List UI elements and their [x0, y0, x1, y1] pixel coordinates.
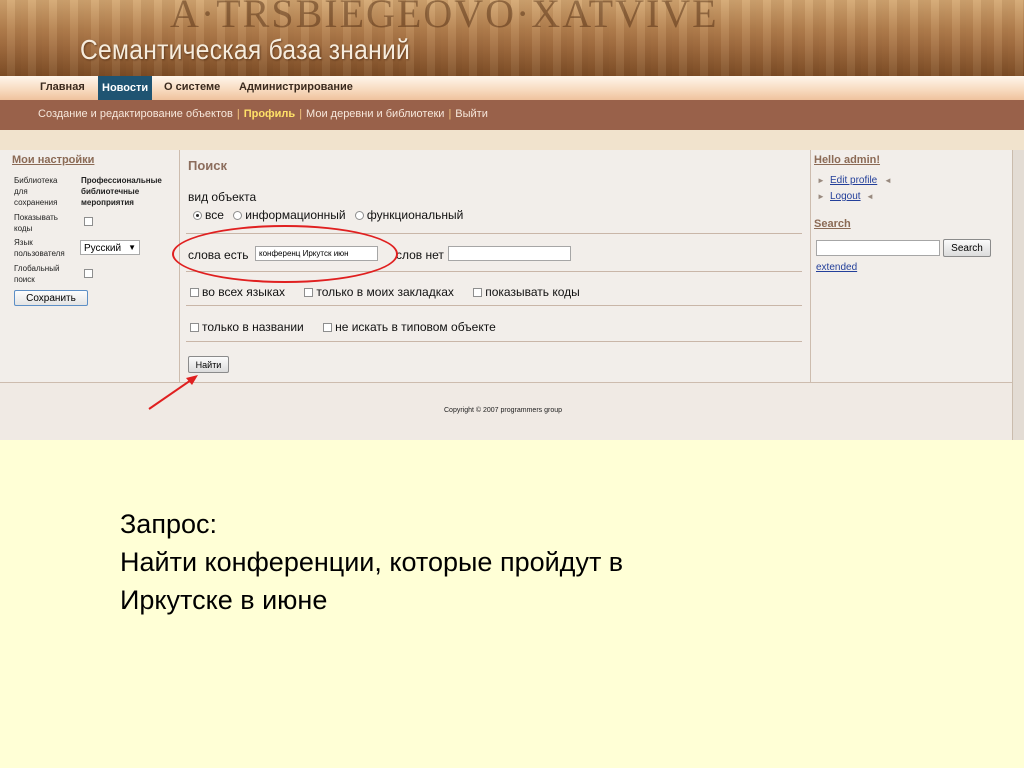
radio-icon: [233, 211, 243, 220]
radio-selected-icon: [193, 211, 202, 220]
caption-line-1: Запрос:: [120, 509, 217, 539]
settings-panel: Мои настройки Библиотека для сохранения …: [8, 150, 178, 382]
library-value: Профессиональные библиотечные мероприяти…: [81, 176, 162, 207]
header-banner: A·TRSBIEGEOVO·XATVIVE Семантическая база…: [0, 0, 1024, 76]
annotation-arrow-icon: [148, 375, 198, 410]
language-label: Язык пользователя: [14, 238, 65, 258]
submenu-item-trees-libraries[interactable]: Мои деревни и библиотеки: [306, 108, 444, 120]
words-absent-input[interactable]: [448, 246, 571, 261]
checkbox-icon: [473, 288, 483, 297]
radio-functional-label: функциональный: [366, 208, 464, 222]
menu-item-home[interactable]: Главная: [40, 81, 85, 93]
sub-menu: Создание и редактирование объектов | Профи…: [0, 100, 1024, 130]
checkbox-row-1: во всех языках только в моих закладках п…: [190, 285, 580, 299]
checkbox-icon: [304, 288, 314, 297]
content-top-strip: [0, 130, 1024, 150]
checkbox-title-only[interactable]: только в названии: [190, 320, 304, 334]
caption-line-3: Иркутске в июне: [120, 585, 328, 615]
site-title: Семантическая база знаний: [80, 34, 411, 65]
language-select-value: Русский: [84, 243, 122, 254]
save-settings-button[interactable]: Сохранить: [14, 290, 88, 306]
radio-informational-label: информационный: [245, 208, 346, 222]
user-panel: Hello admin! ► Edit profile ◄ ► Logout ◄…: [810, 150, 1010, 382]
global-search-label: Глобальный поиск: [14, 264, 60, 284]
submenu-item-edit-objects[interactable]: Создание и редактирование объектов: [38, 108, 233, 120]
left-triangle-icon: ◄: [866, 192, 874, 201]
checkbox-not-typical[interactable]: не искать в типовом объекте: [323, 320, 496, 334]
radio-informational[interactable]: информационный: [233, 208, 346, 222]
words-absent-label: слов нет: [396, 248, 444, 262]
checkbox-my-bookmarks[interactable]: только в моих закладках: [304, 285, 454, 299]
language-select[interactable]: Русский ▼: [80, 240, 140, 255]
extended-search-link[interactable]: extended: [816, 262, 857, 273]
logout-link[interactable]: Logout: [830, 191, 861, 202]
checkbox-show-codes-label: показывать коды: [485, 285, 580, 299]
main-menu: Главная Новости О системе Администрирова…: [0, 76, 1024, 100]
show-codes-label: Показывать коды: [14, 213, 58, 233]
slide-caption: Запрос: Найти конференции, которые пройд…: [120, 505, 623, 619]
find-button[interactable]: Найти: [188, 356, 229, 373]
banner-decoration: A·TRSBIEGEOVO·XATVIVE: [170, 0, 719, 36]
checkbox-title-only-label: только в названии: [202, 320, 304, 334]
checkbox-show-codes[interactable]: показывать коды: [473, 285, 580, 299]
edit-profile-link[interactable]: Edit profile: [830, 175, 877, 186]
separator: |: [299, 108, 303, 120]
quick-search-button[interactable]: Search: [943, 239, 991, 257]
radio-all-label: все: [205, 208, 224, 222]
checkbox-all-languages[interactable]: во всех языках: [190, 285, 285, 299]
dropdown-arrow-icon: ▼: [128, 243, 136, 252]
radio-all[interactable]: все: [193, 208, 224, 222]
search-title: Поиск: [188, 158, 228, 173]
annotation-highlight-ellipse: [172, 225, 398, 283]
object-kind-radios: все информационный функциональный: [193, 208, 463, 222]
radio-functional[interactable]: функциональный: [354, 208, 464, 222]
separator: |: [236, 108, 240, 120]
checkbox-icon: [190, 288, 199, 297]
menu-item-admin[interactable]: Администрирование: [239, 81, 353, 93]
checkbox-my-bookmarks-label: только в моих закладках: [316, 285, 454, 299]
checkbox-icon: [190, 323, 199, 332]
checkbox-icon: [323, 323, 333, 332]
object-kind-label: вид объекта: [188, 190, 257, 204]
divider: [186, 305, 802, 306]
divider: [186, 341, 802, 342]
separator: |: [448, 108, 452, 120]
submenu-item-profile[interactable]: Профиль: [244, 108, 295, 120]
settings-title[interactable]: Мои настройки: [12, 154, 94, 166]
scrollbar-edge[interactable]: [1012, 150, 1024, 440]
search-heading: Search: [814, 218, 851, 230]
checkbox-not-typical-label: не искать в типовом объекте: [335, 320, 496, 334]
global-search-checkbox[interactable]: [84, 269, 93, 278]
left-triangle-icon: ◄: [884, 176, 892, 185]
right-triangle-icon: ►: [817, 176, 825, 185]
quick-search-input[interactable]: [816, 240, 940, 256]
checkbox-all-languages-label: во всех языках: [202, 285, 286, 299]
caption-line-2: Найти конференции, которые пройдут в: [120, 547, 624, 577]
library-label: Библиотека для сохранения: [14, 176, 58, 207]
screenshot: A·TRSBIEGEOVO·XATVIVE Семантическая база…: [0, 0, 1024, 440]
submenu-item-logout[interactable]: Выйти: [455, 108, 488, 120]
checkbox-row-2: только в названии не искать в типовом об…: [190, 320, 496, 334]
show-codes-checkbox[interactable]: [84, 217, 93, 226]
menu-item-about[interactable]: О системе: [164, 81, 220, 93]
right-triangle-icon: ►: [817, 192, 825, 201]
radio-icon: [354, 211, 364, 220]
menu-item-news[interactable]: Новости: [98, 76, 153, 100]
greeting: Hello admin!: [814, 154, 881, 166]
